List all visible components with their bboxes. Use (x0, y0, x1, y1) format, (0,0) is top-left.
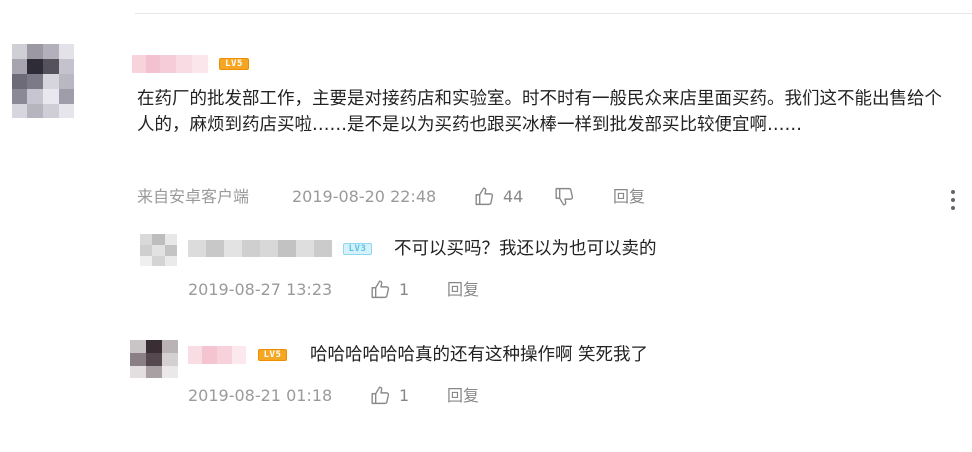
reply-timestamp: 2019-08-27 13:23 (188, 280, 333, 299)
reply-button[interactable]: 回复 (447, 280, 479, 300)
avatar[interactable] (12, 44, 74, 118)
reply-avatar[interactable] (140, 234, 177, 266)
reply-like-button[interactable]: 1 (370, 385, 409, 406)
thumbs-up-icon (370, 385, 391, 406)
dislike-button[interactable] (554, 186, 575, 207)
comment-timestamp: 2019-08-20 22:48 (292, 187, 437, 206)
level-badge: LV5 (219, 58, 249, 70)
like-count: 1 (399, 385, 410, 405)
top-divider (135, 13, 972, 14)
reply-username[interactable] (188, 346, 246, 364)
reply-label: 回复 (447, 280, 480, 299)
comment-text: 在药厂的批发部工作，主要是对接药店和实验室。时不时有一般民众来店里面买药。我们这… (137, 89, 942, 135)
reply-text: 不可以买吗？我还以为也可以卖的 (394, 239, 657, 259)
like-button[interactable]: 44 (474, 186, 523, 207)
reply-avatar[interactable] (130, 340, 178, 378)
reply-button[interactable]: 回复 (447, 386, 479, 406)
like-count: 1 (399, 279, 410, 299)
username[interactable] (132, 55, 208, 73)
reply-label: 回复 (613, 187, 646, 206)
thumbs-up-icon (370, 279, 391, 300)
like-count: 44 (503, 186, 524, 206)
reply-like-button[interactable]: 1 (370, 279, 409, 300)
reply-text: 哈哈哈哈哈哈真的还有这种操作啊 笑死我了 (310, 345, 649, 365)
reply-button[interactable]: 回复 (613, 187, 645, 207)
more-vertical-icon[interactable] (949, 189, 957, 211)
thumbs-up-icon (474, 186, 495, 207)
reply-timestamp: 2019-08-21 01:18 (188, 386, 333, 405)
reply-label: 回复 (447, 386, 480, 405)
comment-source: 来自安卓客户端 (137, 187, 250, 206)
thumbs-down-icon (554, 186, 575, 207)
level-badge: LV5 (258, 349, 287, 361)
level-badge: LV3 (343, 243, 372, 255)
reply-username[interactable] (188, 240, 332, 257)
